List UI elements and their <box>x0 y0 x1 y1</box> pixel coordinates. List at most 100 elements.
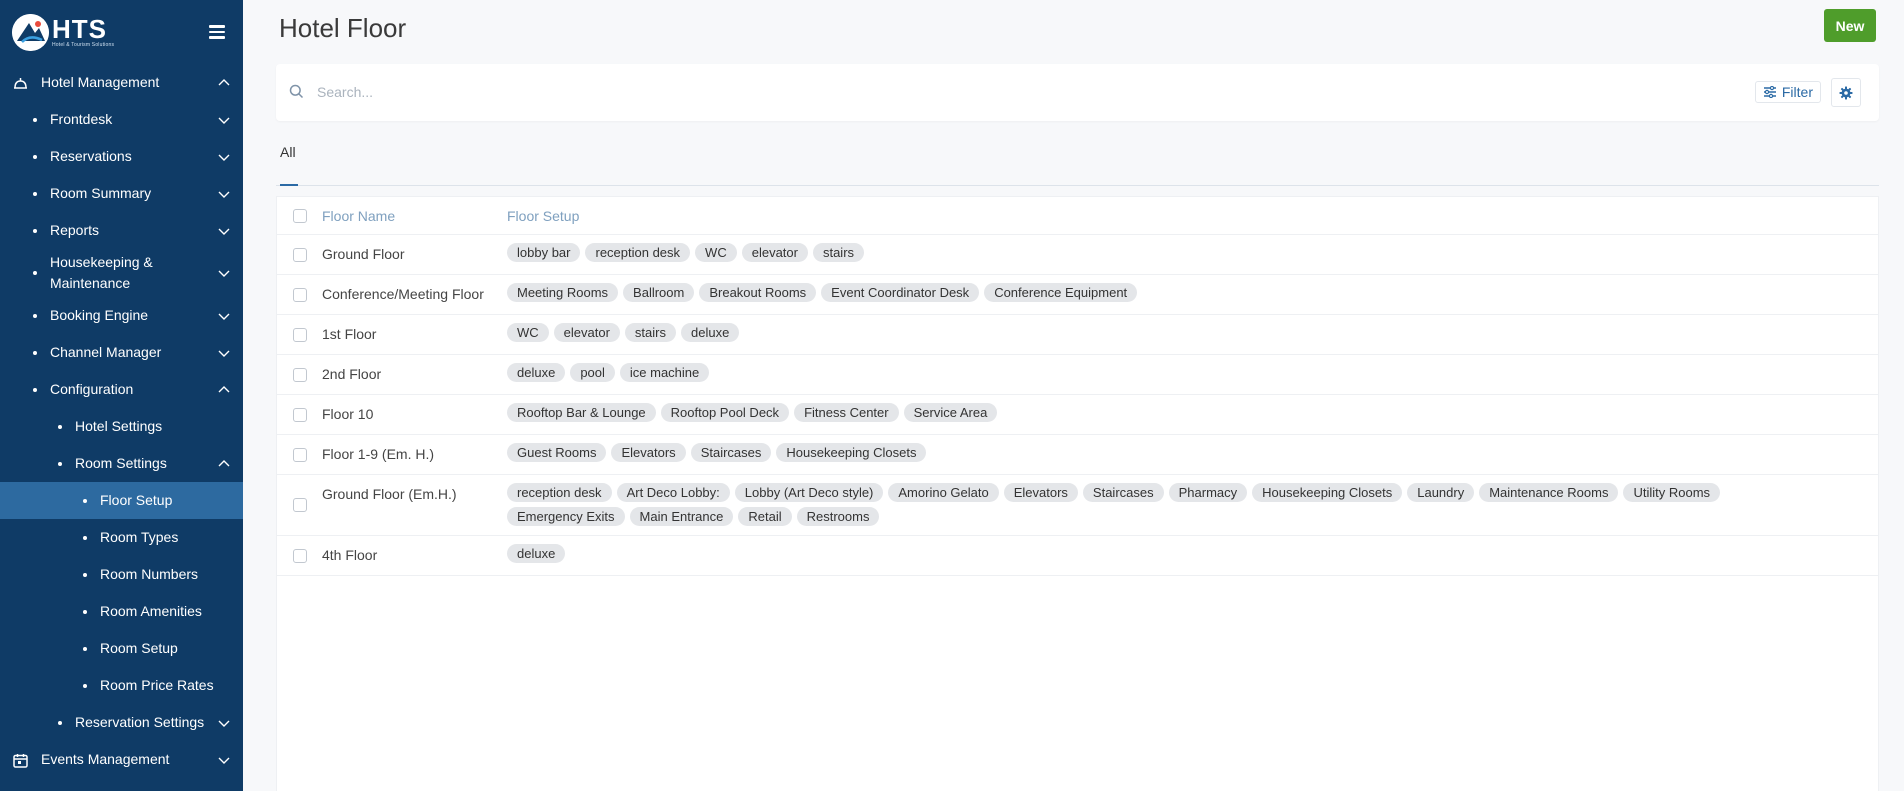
tag: Pharmacy <box>1168 483 1248 502</box>
row-checkbox[interactable] <box>293 548 307 563</box>
tag: WC <box>507 323 549 342</box>
tag: Rooftop Bar & Lounge <box>507 403 656 422</box>
tag: Retail <box>738 507 792 526</box>
tag: Fitness Center <box>794 403 899 422</box>
tag: ice machine <box>619 363 710 382</box>
sidebar-item-frontdesk[interactable]: Frontdesk <box>0 101 243 138</box>
settings-button[interactable] <box>1831 78 1861 107</box>
chevron-down-icon <box>218 191 230 198</box>
page-title: Hotel Floor <box>279 13 407 43</box>
chevron-down-icon <box>218 270 230 277</box>
sidebar-item-configuration[interactable]: Configuration <box>0 371 243 408</box>
select-all-checkbox[interactable] <box>293 209 307 223</box>
tab-all[interactable]: All <box>280 144 296 160</box>
tag: Art Deco Lobby: <box>616 483 730 502</box>
row-checkbox[interactable] <box>293 407 307 422</box>
chevron-up-icon <box>218 459 230 466</box>
sidebar-item-hotel-management[interactable]: Hotel Management <box>0 64 243 101</box>
floor-name: 1st Floor <box>322 326 377 342</box>
calendar-icon <box>13 753 28 768</box>
tag: Staircases <box>690 443 772 462</box>
floor-setup-tags: Rooftop Bar & Lounge Rooftop Pool Deck F… <box>507 403 1838 422</box>
sidebar-item-hotel-settings[interactable]: Hotel Settings <box>0 408 243 445</box>
sidebar-item-reservations[interactable]: Reservations <box>0 138 243 175</box>
filter-label: Filter <box>1781 84 1813 100</box>
sidebar-item-housekeeping[interactable]: Housekeeping & Maintenance <box>0 249 243 297</box>
tag: Rooftop Pool Deck <box>660 403 790 422</box>
tag: stairs <box>812 243 865 262</box>
floor-name: Floor 10 <box>322 406 374 422</box>
table-row[interactable]: Floor 1-9 (Em. H.) Guest Rooms Elevators… <box>277 435 1878 475</box>
tag: Laundry <box>1407 483 1475 502</box>
main-content: Hotel Floor New Filter <box>243 0 1904 791</box>
tag: stairs <box>624 323 676 342</box>
sidebar-item-room-types[interactable]: Room Types <box>0 519 243 556</box>
tag: Staircases <box>1082 483 1164 502</box>
column-header-floor-name[interactable]: Floor Name <box>322 208 395 224</box>
tag: reception desk <box>585 243 691 262</box>
floor-name: Ground Floor (Em.H.) <box>322 486 457 502</box>
table-row[interactable]: Ground Floor (Em.H.) reception desk Art … <box>277 475 1878 536</box>
chevron-down-icon <box>218 757 230 764</box>
floor-setup-tags: deluxe <box>507 544 1838 563</box>
chevron-down-icon <box>218 154 230 161</box>
search-icon <box>289 84 304 99</box>
logo-row: HTS Hotel & Tourism Solutions <box>0 0 243 64</box>
row-checkbox[interactable] <box>293 447 307 462</box>
tag: Ballroom <box>623 283 695 302</box>
tag: Amorino Gelato <box>888 483 999 502</box>
floor-name: 4th Floor <box>322 547 378 563</box>
sidebar-nav: Hotel Management Frontdesk Reservations … <box>0 64 243 778</box>
chevron-down-icon <box>218 228 230 235</box>
tag: Utility Rooms <box>1623 483 1721 502</box>
table-row[interactable]: 1st Floor WC elevator stairs deluxe <box>277 315 1878 355</box>
menu-toggle-icon[interactable] <box>199 14 235 50</box>
row-checkbox[interactable] <box>293 498 307 512</box>
sidebar-item-room-summary[interactable]: Room Summary <box>0 175 243 212</box>
table-row[interactable]: 4th Floor deluxe <box>277 536 1878 576</box>
sidebar-item-room-amenities[interactable]: Room Amenities <box>0 593 243 630</box>
row-checkbox[interactable] <box>293 247 307 262</box>
sidebar-item-channel-manager[interactable]: Channel Manager <box>0 334 243 371</box>
sidebar-item-reports[interactable]: Reports <box>0 212 243 249</box>
row-checkbox[interactable] <box>293 287 307 302</box>
tag: Elevators <box>1003 483 1078 502</box>
floor-setup-tags: deluxe pool ice machine <box>507 363 1838 382</box>
search-input[interactable] <box>317 81 917 103</box>
table-row[interactable]: Conference/Meeting Floor Meeting Rooms B… <box>277 275 1878 315</box>
sliders-icon <box>1763 86 1776 98</box>
tag: deluxe <box>507 363 566 382</box>
sidebar-item-floor-setup[interactable]: Floor Setup <box>0 482 243 519</box>
chevron-up-icon <box>218 78 230 85</box>
table-row[interactable]: Floor 10 Rooftop Bar & Lounge Rooftop Po… <box>277 395 1878 435</box>
new-button[interactable]: New <box>1824 9 1876 42</box>
active-tab-indicator <box>280 184 298 186</box>
tag: Maintenance Rooms <box>1479 483 1619 502</box>
tag: Event Coordinator Desk <box>821 283 980 302</box>
sidebar-item-room-numbers[interactable]: Room Numbers <box>0 556 243 593</box>
tag: Lobby (Art Deco style) <box>734 483 884 502</box>
sidebar-item-reservation-settings[interactable]: Reservation Settings <box>0 704 243 741</box>
sidebar-item-room-price-rates[interactable]: Room Price Rates <box>0 667 243 704</box>
tab-bar: All <box>276 130 1879 186</box>
row-checkbox[interactable] <box>293 367 307 382</box>
tag: Main Entrance <box>629 507 734 526</box>
table-row[interactable]: 2nd Floor deluxe pool ice machine <box>277 355 1878 395</box>
floor-name: Conference/Meeting Floor <box>322 286 484 302</box>
tag: Guest Rooms <box>507 443 607 462</box>
floor-table: Floor Name Floor Setup Ground Floor lobb… <box>276 196 1879 791</box>
chevron-up-icon <box>218 385 230 392</box>
tag: deluxe <box>680 323 740 342</box>
chevron-down-icon <box>218 313 230 320</box>
sidebar-item-booking-engine[interactable]: Booking Engine <box>0 297 243 334</box>
sidebar-item-room-setup[interactable]: Room Setup <box>0 630 243 667</box>
tag: Meeting Rooms <box>507 283 619 302</box>
chevron-down-icon <box>218 117 230 124</box>
sidebar-item-room-settings[interactable]: Room Settings <box>0 445 243 482</box>
column-header-floor-setup[interactable]: Floor Setup <box>507 208 579 224</box>
filter-button[interactable]: Filter <box>1754 81 1821 103</box>
row-checkbox[interactable] <box>293 327 307 342</box>
table-row[interactable]: Ground Floor lobby bar reception desk WC… <box>277 235 1878 275</box>
floor-setup-tags: Meeting Rooms Ballroom Breakout Rooms Ev… <box>507 283 1838 302</box>
sidebar-item-events-management[interactable]: Events Management <box>0 741 243 778</box>
